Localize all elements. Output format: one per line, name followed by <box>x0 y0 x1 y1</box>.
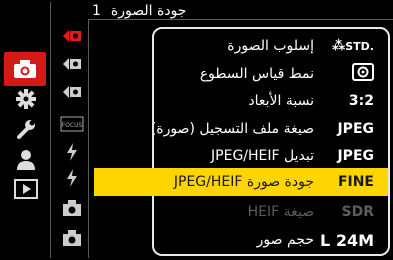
camera-mode-icon-2 <box>63 230 81 246</box>
camera-icon <box>14 60 36 78</box>
subcol-divider <box>88 20 89 258</box>
photo-tab-3[interactable] <box>58 82 86 102</box>
menu-row-label: حجم صور <box>256 232 314 248</box>
menu-row-jpeg-heif-switch[interactable]: تبديل JPEG/HEIF JPEG <box>154 142 388 170</box>
photo-tab-1[interactable] <box>58 26 86 46</box>
playback-menu-tab[interactable] <box>6 178 46 200</box>
flash-tab-2[interactable] <box>58 168 86 188</box>
menu-row-file-format[interactable]: صيغة ملف التسجيل (صورة) JPEG <box>154 115 388 143</box>
focus-tab[interactable]: FOCUS <box>58 114 86 134</box>
menu-row-jpeg-heif-quality[interactable]: جودة صورة JPEG/HEIF FINE <box>94 168 388 196</box>
menu-row-label: جودة صورة JPEG/HEIF <box>173 174 314 190</box>
menu-row-label: صيغة ملف التسجيل (صورة) <box>152 121 314 137</box>
menu-panel: إسلوب الصورة ⁂STD. نمط قياس السطوع نسبة … <box>152 27 390 256</box>
photo-mode-icon-1 <box>63 30 81 42</box>
camera-mode-tab-1[interactable] <box>58 198 86 218</box>
menu-row-label: نمط قياس السطوع <box>199 66 314 82</box>
person-icon <box>17 150 35 170</box>
flash-tab-1[interactable] <box>58 142 86 162</box>
gear-icon <box>16 89 36 109</box>
flash-icon-1 <box>67 143 77 161</box>
menu-row-metering-mode[interactable]: نمط قياس السطوع <box>154 60 388 88</box>
page-number: 1 <box>92 3 101 19</box>
photo-mode-icon-2 <box>63 58 81 70</box>
svg-text:FOCUS: FOCUS <box>62 122 83 129</box>
sidebar-divider <box>50 2 51 258</box>
menu-row-photo-style[interactable]: إسلوب الصورة ⁂STD. <box>154 32 388 60</box>
custom-menu-tab[interactable] <box>6 88 46 110</box>
picture-size-value: L 24M <box>320 230 374 250</box>
photo-style-value: ⁂STD. <box>331 38 374 54</box>
photo-tab-2[interactable] <box>58 54 86 74</box>
page-header: 1 جودة الصورة <box>92 2 186 20</box>
camera-menu-tab[interactable] <box>4 52 46 86</box>
photo-mode-icon-3 <box>63 86 81 98</box>
menu-row-picture-size[interactable]: حجم صور L 24M <box>154 226 388 254</box>
wrench-icon <box>17 120 35 139</box>
metering-icon <box>352 63 374 81</box>
file-format-value: JPEG <box>337 121 374 137</box>
my-menu-tab[interactable] <box>6 149 46 171</box>
metering-value <box>352 63 374 85</box>
menu-row-aspect-ratio[interactable]: نسبة الأبعاد 3:2 <box>154 87 388 115</box>
aspect-ratio-value: 3:2 <box>348 93 374 109</box>
camera-submenu-tabs: FOCUS <box>54 0 88 260</box>
jpeg-heif-switch-value: JPEG <box>337 148 374 164</box>
menu-row-label: تبديل JPEG/HEIF <box>211 148 314 164</box>
quality-value: FINE <box>337 174 374 190</box>
sparkle-icon: ⁂ <box>331 38 346 54</box>
playback-icon <box>14 179 38 199</box>
focus-icon: FOCUS <box>60 116 84 132</box>
menu-row-label: صيغة HEIF <box>247 204 314 220</box>
page-title: جودة الصورة <box>110 3 187 19</box>
camera-mode-icon-1 <box>63 200 81 216</box>
setup-menu-tab[interactable] <box>6 118 46 140</box>
menu-row-label: نسبة الأبعاد <box>248 93 314 109</box>
flash-icon-2 <box>67 169 77 187</box>
menu-row-label: إسلوب الصورة <box>227 38 314 54</box>
camera-mode-tab-2[interactable] <box>58 228 86 248</box>
heif-format-value: SDR <box>341 204 374 220</box>
main-menu-sidebar <box>0 0 50 260</box>
menu-row-heif-format[interactable]: صيغة HEIF SDR <box>154 198 388 226</box>
